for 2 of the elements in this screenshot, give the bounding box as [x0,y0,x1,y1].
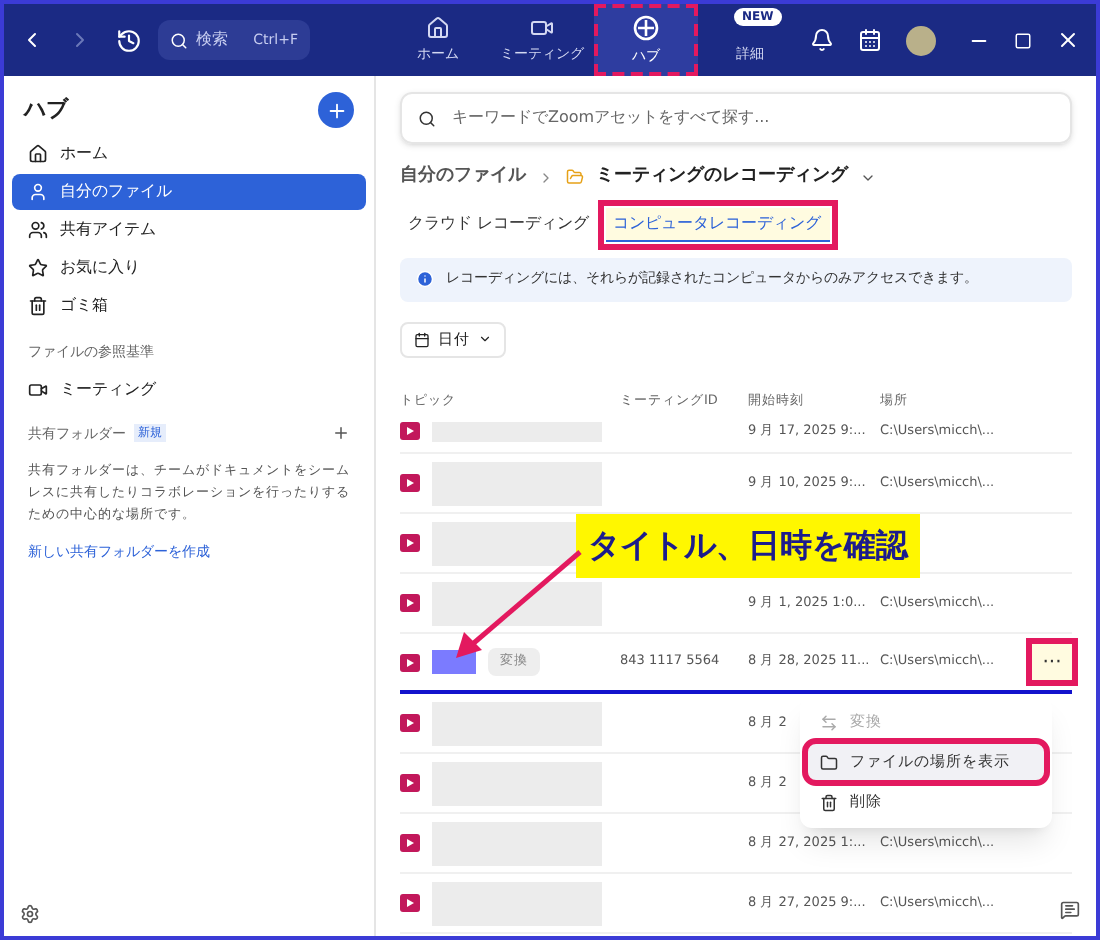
sidebar-title: ハブ [24,93,68,126]
annotation-tooltip: タイトル、日時を確認 [576,514,920,578]
